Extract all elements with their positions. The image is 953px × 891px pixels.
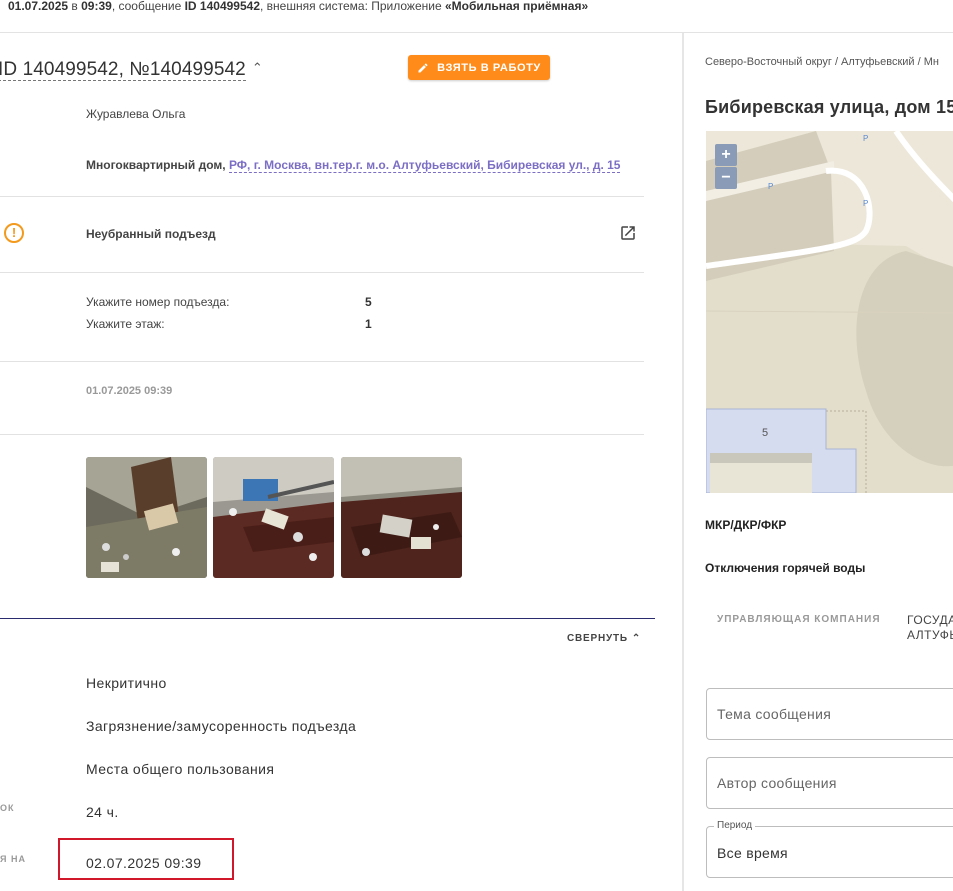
divider xyxy=(0,196,644,197)
chevron-up-icon: ⌃ xyxy=(631,633,642,644)
message-word: , сообщение xyxy=(111,0,185,13)
field-value-floor: 1 xyxy=(365,317,372,331)
open-external-icon[interactable] xyxy=(619,224,637,242)
external-system-name: «Мобильная приёмная» xyxy=(444,0,589,13)
collapse-label: СВЕРНУТЬ xyxy=(567,633,628,644)
author-name: Журавлева Ольга xyxy=(86,107,186,121)
problem-title: Неубранный подъезд xyxy=(86,227,216,241)
deadline-label: Я НА xyxy=(0,854,26,864)
tab-government-line-2: АЛТУФЬ xyxy=(907,628,953,642)
divider xyxy=(0,272,644,273)
photo-image xyxy=(86,457,207,578)
tab-government[interactable]: ГОСУДА АЛТУФЬ xyxy=(907,613,953,643)
address-link[interactable]: РФ, г. Москва, вн.тер.г. м.о. Алтуфьевск… xyxy=(228,158,621,173)
take-to-work-label: ВЗЯТЬ В РАБОТУ xyxy=(437,61,541,74)
ticket-title-text[interactable]: ID 140499542, №140499542 xyxy=(0,59,246,81)
building-number-label: 5 xyxy=(762,427,768,439)
message-id: ID 140499542 xyxy=(184,0,260,13)
chevron-up-icon[interactable]: ⌃ xyxy=(252,60,263,76)
map-view[interactable]: 5 P P P + − xyxy=(706,131,953,493)
field-key-floor: Укажите этаж: xyxy=(86,317,165,331)
map-tiles: 5 P P P xyxy=(706,131,953,493)
message-info-bar: 01.07.2025 в 09:39, сообщение ID 1404995… xyxy=(0,0,953,33)
take-to-work-button[interactable]: ВЗЯТЬ В РАБОТУ xyxy=(408,55,550,80)
period-select[interactable]: Период Все время xyxy=(706,820,953,878)
zoom-in-button[interactable]: + xyxy=(715,144,737,166)
author-field[interactable] xyxy=(706,757,953,809)
field-key-entrance: Укажите номер подъезда: xyxy=(86,295,230,309)
parking-label: P xyxy=(863,134,868,143)
place-value: Места общего пользования xyxy=(86,761,275,777)
hot-water-label: Отключения горячей воды xyxy=(705,561,866,575)
highlight-frame xyxy=(58,838,234,880)
object-panel: Северо-Восточный округ / Алтуфьевский / … xyxy=(684,33,953,891)
street-title: Бибиревская улица, дом 15 xyxy=(705,97,953,117)
breadcrumb: Северо-Восточный округ / Алтуфьевский / … xyxy=(705,56,939,68)
created-date: 01.07.2025 09:39 xyxy=(86,385,173,397)
message-time: 09:39 xyxy=(81,0,112,13)
divider xyxy=(0,434,644,435)
warning-icon: ! xyxy=(4,223,24,243)
message-info-text: 01.07.2025 в 09:39, сообщение ID 1404995… xyxy=(8,0,588,13)
message-date: 01.07.2025 xyxy=(8,0,69,13)
photo-thumbnail[interactable] xyxy=(86,457,207,578)
tab-government-line-1: ГОСУДА xyxy=(907,613,953,627)
topic-field[interactable] xyxy=(706,688,953,740)
parking-label: P xyxy=(863,199,868,208)
address-row: Многоквартирный дом, РФ, г. Москва, вн.т… xyxy=(86,158,621,173)
term-value: 24 ч. xyxy=(86,804,119,820)
period-label: Период xyxy=(714,820,756,831)
category-value: Загрязнение/замусоренность подъезда xyxy=(86,718,357,734)
photo-thumbnail[interactable] xyxy=(341,457,462,578)
ticket-panel: ID 140499542, №140499542 ⌃ ВЗЯТЬ В РАБОТУ… xyxy=(0,33,682,891)
priority-value: Некритично xyxy=(86,675,167,691)
zoom-out-button[interactable]: − xyxy=(715,167,737,189)
pencil-icon xyxy=(418,62,428,72)
divider xyxy=(0,361,644,362)
period-value[interactable]: Все время xyxy=(717,845,788,861)
ticket-title[interactable]: ID 140499542, №140499542 ⌃ xyxy=(0,59,263,81)
mkr-label: МКР/ДКР/ФКР xyxy=(705,518,787,532)
author-input[interactable] xyxy=(707,758,953,808)
collapse-button[interactable]: СВЕРНУТЬ ⌃ xyxy=(567,633,641,644)
photo-image xyxy=(341,457,462,578)
parking-label: P xyxy=(768,182,773,191)
external-system-label: , внешняя система: Приложение xyxy=(260,0,445,13)
field-value-entrance: 5 xyxy=(365,295,372,309)
section-divider xyxy=(0,618,655,619)
topic-input[interactable] xyxy=(707,689,953,739)
tab-management-company[interactable]: УПРАВЛЯЮЩАЯ КОМПАНИЯ xyxy=(717,614,881,625)
photo-thumbnail[interactable] xyxy=(213,457,334,578)
photo-image xyxy=(213,457,334,578)
message-in: в xyxy=(68,0,82,13)
term-label: ОК xyxy=(0,803,15,813)
address-type: Многоквартирный дом, xyxy=(86,158,226,172)
